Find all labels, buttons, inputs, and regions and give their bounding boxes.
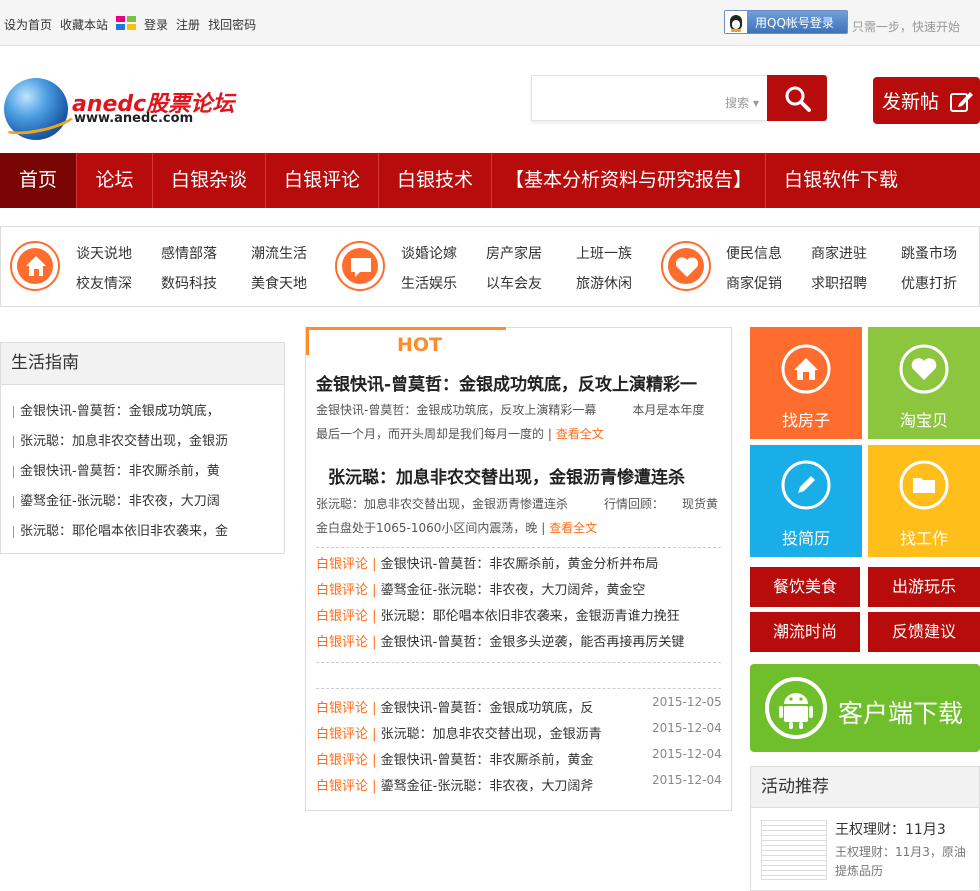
cat-link[interactable]: 感情部落 [161, 243, 217, 263]
home-category-icon[interactable] [10, 241, 60, 291]
headline-1[interactable]: 金银快讯-曾莫哲：金银成功筑底，反攻上演精彩一 [316, 370, 697, 395]
cat-link[interactable]: 以车会友 [486, 273, 542, 293]
qq-login-button[interactable]: 用QQ帐号登录 [724, 10, 848, 34]
list-item[interactable]: 白银评论 | 鎏驽金征-张沅聪：非农夜，大刀阔斧 2015-12-04 [316, 773, 722, 794]
cat-link[interactable]: 数码科技 [161, 273, 217, 293]
list-item[interactable]: 白银评论 | 金银快讯-曾莫哲：非农厮杀前，黄金分析并布局 [316, 553, 658, 572]
cat-link[interactable]: 商家促销 [726, 273, 782, 293]
headline-2[interactable]: 张沅聪：加息非农交替出现，金银沥青惨遭连杀 [328, 463, 685, 488]
qq-penguin-icon [725, 11, 747, 33]
new-post-label: 发新帖 [882, 91, 940, 113]
list-item[interactable]: 白银评论 | 张沅聪：耶伦唱本依旧非农袭来，金银沥青谁力挽狂 [316, 605, 680, 624]
find-job-tile[interactable]: 找工作 [868, 445, 980, 557]
life-guide-title: 生活指南 [1, 343, 284, 385]
food-button[interactable]: 餐饮美食 [750, 567, 860, 607]
client-download-button[interactable]: 客户端下载 [750, 664, 980, 752]
list-item[interactable]: 金银快讯-曾莫哲：金银成功筑底， [1, 397, 284, 427]
nav-forum[interactable]: 论坛 [77, 153, 153, 208]
search-type-select[interactable]: 搜索 ▾ [725, 94, 759, 111]
new-post-button[interactable]: 发新帖 [873, 77, 980, 124]
list-item[interactable]: 白银评论 | 鎏驽金征-张沅聪：非农夜，大刀阔斧，黄金空 [316, 579, 645, 598]
register-link[interactable]: 注册 [176, 16, 200, 33]
hot-news-box: HOT 金银快讯-曾莫哲：金银成功筑底，反攻上演精彩一 金银快讯-曾莫哲：金银成… [305, 327, 732, 811]
search-input[interactable]: 搜索 ▾ [531, 75, 767, 121]
logo-url: www.anedc.com [74, 111, 194, 126]
list-item[interactable]: 张沅聪：加息非农交替出现，金银沥 [1, 427, 284, 457]
list-item[interactable]: 白银评论 | 金银快讯-曾莫哲：非农厮杀前，黄金 2015-12-04 [316, 747, 722, 768]
cat-link[interactable]: 旅游休闲 [576, 273, 632, 293]
activity-item-title[interactable]: 王权理财：11月3 [835, 819, 946, 839]
submit-resume-tile[interactable]: 投简历 [750, 445, 862, 557]
category-strip: 谈天说地 感情部落 潮流生活 校友情深 数码科技 美食天地 谈婚论嫁 房产家居 … [0, 226, 980, 307]
edit-icon [950, 91, 974, 112]
heart-icon [899, 344, 949, 394]
forgot-password-link[interactable]: 找回密码 [208, 16, 256, 33]
cat-link[interactable]: 优惠打折 [901, 273, 957, 293]
top-bar: 设为首页 收藏本站 登录 注册 找回密码 用QQ帐号登录 只需一步，快速开始 [0, 0, 980, 46]
top-links: 设为首页 收藏本站 登录 注册 找回密码 [4, 15, 264, 33]
cat-link[interactable]: 房产家居 [486, 243, 542, 263]
cat-link[interactable]: 校友情深 [76, 273, 132, 293]
nav-silver-review[interactable]: 白银评论 [266, 153, 379, 208]
nav-silver-chat[interactable]: 白银杂谈 [153, 153, 266, 208]
read-more-link[interactable]: 查看全文 [556, 427, 604, 441]
activity-item-summary: 王权理财：11月3，原油提炼品历 [835, 845, 966, 878]
travel-button[interactable]: 出游玩乐 [868, 567, 980, 607]
nav-home[interactable]: 首页 [0, 153, 77, 208]
login-link[interactable]: 登录 [144, 16, 168, 33]
qq-login-label: 用QQ帐号登录 [755, 15, 834, 30]
fashion-button[interactable]: 潮流时尚 [750, 612, 860, 652]
list-item[interactable]: 张沅聪：耶伦唱本依旧非农袭来，金 [1, 517, 284, 547]
client-download-label: 客户端下载 [838, 699, 964, 728]
bookmark-link[interactable]: 收藏本站 [60, 16, 108, 33]
activity-box: 活动推荐 王权理财：11月3 王权理财：11月3，原油提炼品历 [750, 766, 980, 891]
android-icon [765, 677, 827, 739]
hot-label: HOT [397, 334, 443, 356]
nav-silver-tech[interactable]: 白银技术 [379, 153, 492, 208]
heart-category-icon[interactable] [661, 241, 711, 291]
search-button[interactable] [767, 75, 827, 121]
cat-link[interactable]: 商家进驻 [811, 243, 867, 263]
cat-link[interactable]: 美食天地 [251, 273, 307, 293]
cat-link[interactable]: 谈婚论嫁 [401, 243, 457, 263]
find-house-tile[interactable]: 找房子 [750, 327, 862, 439]
cat-link[interactable]: 谈天说地 [76, 243, 132, 263]
qq-login-note: 只需一步，快速开始 [852, 20, 961, 34]
list-item[interactable]: 白银评论 | 张沅聪：加息非农交替出现，金银沥青 2015-12-04 [316, 721, 722, 742]
activity-title: 活动推荐 [751, 767, 979, 808]
headline-2-summary: 张沅聪：加息非农交替出现，金银沥青惨遭连杀 行情回顾： 现货黄 金白盘处于106… [316, 497, 719, 535]
list-item[interactable]: 白银评论 | 金银快讯-曾莫哲：金银成功筑底，反 2015-12-05 [316, 695, 722, 716]
pencil-icon [781, 460, 831, 510]
list-item[interactable]: 鎏驽金征-张沅聪：非农夜，大刀阔 [1, 487, 284, 517]
activity-thumbnail[interactable] [761, 820, 827, 880]
folder-icon [899, 460, 949, 510]
list-item[interactable]: 金银快讯-曾莫哲：非农厮杀前，黄 [1, 457, 284, 487]
house-icon [781, 344, 831, 394]
cat-link[interactable]: 便民信息 [726, 243, 782, 263]
read-more-link[interactable]: 查看全文 [549, 521, 597, 535]
search-icon [785, 86, 811, 112]
cat-link[interactable]: 生活娱乐 [401, 273, 457, 293]
cat-link[interactable]: 潮流生活 [251, 243, 307, 263]
nav-software-download[interactable]: 白银软件下载 [766, 153, 916, 208]
list-item[interactable]: 白银评论 | 金银快讯-曾莫哲：金银多头逆袭，能否再接再厉关键 [316, 631, 684, 650]
treasure-tile[interactable]: 淘宝贝 [868, 327, 980, 439]
headline-1-summary: 金银快讯-曾莫哲：金银成功筑底，反攻上演精彩一幕 本月是本年度 最后一个月，而开… [316, 403, 705, 441]
feedback-button[interactable]: 反馈建议 [868, 612, 980, 652]
cat-link[interactable]: 上班一族 [576, 243, 632, 263]
cat-link[interactable]: 跳蚤市场 [901, 243, 957, 263]
chat-category-icon[interactable] [335, 241, 385, 291]
set-homepage-link[interactable]: 设为首页 [4, 16, 52, 33]
main-nav: 首页 论坛 白银杂谈 白银评论 白银技术 【基本分析资料与研究报告】 白银软件下… [0, 153, 980, 208]
logo-globe-icon[interactable] [4, 78, 68, 140]
nav-research-reports[interactable]: 【基本分析资料与研究报告】 [492, 153, 766, 208]
cat-link[interactable]: 求职招聘 [811, 273, 867, 293]
style-switcher-icon[interactable] [116, 15, 137, 30]
life-guide-box: 生活指南 金银快讯-曾莫哲：金银成功筑底， 张沅聪：加息非农交替出现，金银沥 金… [0, 342, 285, 554]
